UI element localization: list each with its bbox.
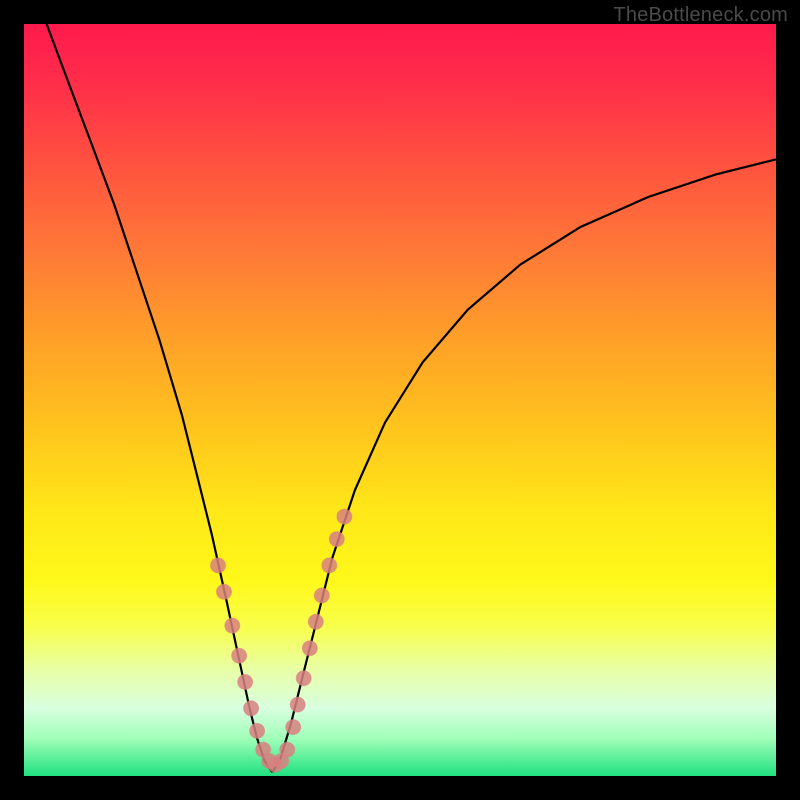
sample-marker <box>296 671 311 686</box>
sample-markers <box>211 509 352 772</box>
sample-marker <box>217 584 232 599</box>
sample-marker <box>337 509 352 524</box>
sample-marker <box>238 675 253 690</box>
sample-marker <box>250 723 265 738</box>
plot-area <box>24 24 776 776</box>
sample-marker <box>329 532 344 547</box>
sample-marker <box>280 742 295 757</box>
sample-marker <box>308 614 323 629</box>
sample-marker <box>290 697 305 712</box>
sample-marker <box>322 558 337 573</box>
curve-layer <box>24 24 776 776</box>
sample-marker <box>232 648 247 663</box>
sample-marker <box>225 618 240 633</box>
right-branch-curve <box>272 159 776 772</box>
sample-marker <box>302 641 317 656</box>
watermark-label: TheBottleneck.com <box>613 4 788 27</box>
sample-marker <box>211 558 226 573</box>
chart-frame: TheBottleneck.com <box>0 0 800 800</box>
sample-marker <box>314 588 329 603</box>
sample-marker <box>286 720 301 735</box>
sample-marker <box>244 701 259 716</box>
